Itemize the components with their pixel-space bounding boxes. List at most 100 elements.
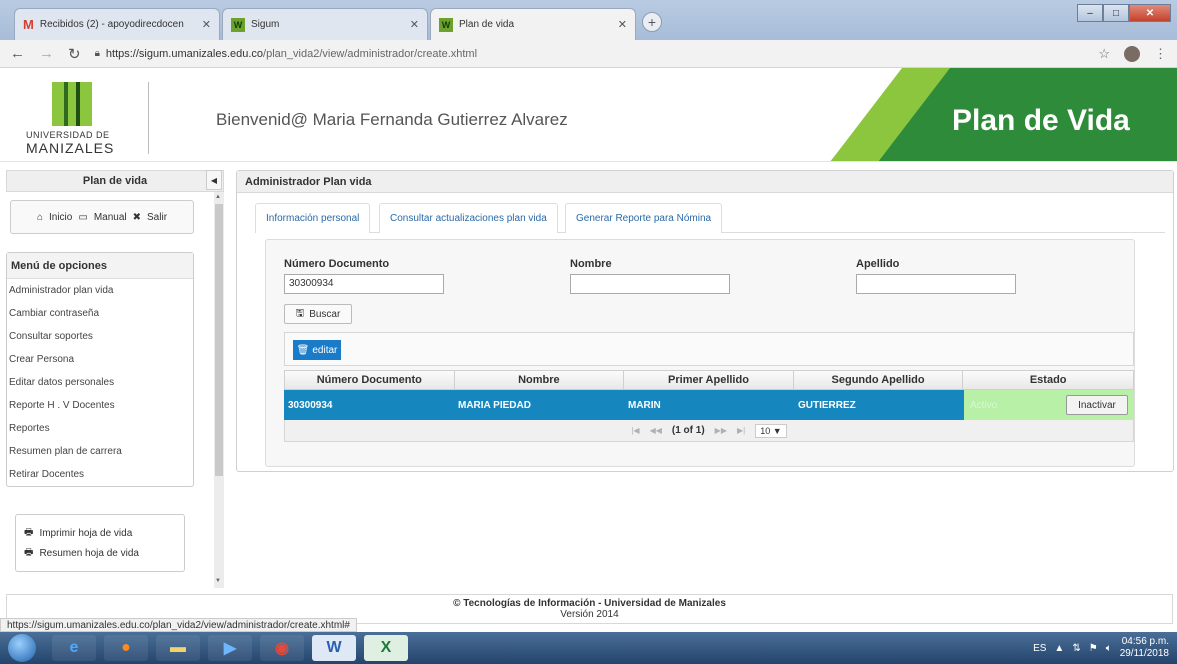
save-icon: 🖫: [295, 307, 305, 319]
media-player-icon[interactable]: ▶: [208, 635, 252, 661]
panel-tabs: Información personal Consultar actualiza…: [255, 203, 1165, 233]
menu-item-retirar-docentes[interactable]: Retirar Docentes: [7, 463, 193, 486]
menu-item-resumen-plan[interactable]: Resumen plan de carrera: [7, 440, 193, 463]
main-panel: Administrador Plan vida Información pers…: [236, 170, 1174, 472]
name-input[interactable]: [570, 274, 730, 294]
lock-icon: 🔒︎: [94, 48, 100, 59]
logo-mark: [52, 82, 92, 126]
collapse-sidebar-icon[interactable]: ◀: [206, 170, 222, 190]
cell-nombre: MARIA PIEDAD: [458, 399, 531, 411]
menu-item-administrador[interactable]: Administrador plan vida: [7, 279, 193, 302]
tab-informacion-personal[interactable]: Información personal: [255, 203, 371, 233]
language-indicator[interactable]: ES: [1033, 643, 1046, 654]
profile-avatar[interactable]: [1124, 45, 1140, 62]
tab-consultar-actualizaciones[interactable]: Consultar actualizaciones plan vida: [379, 203, 558, 233]
menu-dots-icon[interactable]: ⋮: [1154, 46, 1167, 62]
clock[interactable]: 04:56 p.m. 29/11/2018: [1120, 636, 1169, 660]
sidebar-header: Plan de vida: [6, 170, 224, 192]
browser-tab-gmail[interactable]: M Recibidos (2) - apoyodirecdocen ✕: [14, 8, 220, 40]
inicio-link[interactable]: Inicio: [49, 212, 72, 223]
forward-arrow-icon[interactable]: →: [39, 45, 54, 62]
table-toolbar: 🗑 editar: [284, 332, 1134, 366]
surname-input[interactable]: [856, 274, 1016, 294]
first-page-icon[interactable]: |◀: [631, 426, 639, 435]
clock-date: 29/11/2018: [1119, 648, 1169, 659]
university-logo: UNIVERSIDAD DE MANIZALES: [26, 82, 120, 156]
sidebar-scrollbar[interactable]: ▲ ▼: [214, 192, 224, 588]
close-window-icon[interactable]: ✕: [1129, 4, 1171, 22]
last-page-icon[interactable]: ▶|: [737, 426, 745, 435]
network-icon[interactable]: ⇅: [1072, 643, 1080, 654]
excel-icon[interactable]: X: [364, 635, 408, 661]
address-bar: ← → ↻ 🔒︎ https://sigum.umanizales.edu.co…: [0, 40, 1177, 68]
doc-label: Número Documento: [284, 258, 390, 270]
word-icon[interactable]: W: [312, 635, 356, 661]
cell-segundo-apellido: GUTIERREZ: [798, 399, 856, 411]
inactivar-button[interactable]: Inactivar: [1066, 395, 1128, 415]
quick-links: ⌂ Inicio ▭ Manual ✖ Salir: [10, 200, 194, 234]
menu-item-cambiar-contrasena[interactable]: Cambiar contraseña: [7, 302, 193, 325]
browser-tabbar: M Recibidos (2) - apoyodirecdocen ✕ W Si…: [0, 0, 1177, 40]
firefox-icon[interactable]: ●: [104, 635, 148, 661]
close-icon[interactable]: ✕: [618, 18, 627, 31]
summary-cv-button[interactable]: 🖶 Resumen hoja de vida: [24, 543, 184, 563]
surname-label: Apellido: [856, 258, 900, 270]
status-text: Activo: [970, 399, 998, 411]
scroll-thumb[interactable]: [215, 204, 223, 476]
browser-tab-plan-vida[interactable]: W Plan de vida ✕: [430, 8, 636, 40]
cell-documento: 30300934: [288, 399, 333, 411]
flag-icon[interactable]: ⚑: [1089, 643, 1098, 654]
name-label: Nombre: [570, 258, 612, 270]
next-page-icon[interactable]: ▶▶: [715, 426, 727, 435]
summary-cv-label: Resumen hoja de vida: [39, 547, 139, 559]
menu-item-reportes[interactable]: Reportes: [7, 417, 193, 440]
col-primer-apellido[interactable]: Primer Apellido: [624, 371, 794, 389]
doc-input[interactable]: 30300934: [284, 274, 444, 294]
salir-link[interactable]: Salir: [147, 212, 167, 223]
start-button[interactable]: [8, 634, 36, 662]
back-arrow-icon[interactable]: ←: [10, 45, 25, 62]
scroll-up-icon[interactable]: ▲: [215, 194, 221, 200]
col-numero-documento[interactable]: Número Documento: [285, 371, 455, 389]
tab-generar-reporte[interactable]: Generar Reporte para Nómina: [565, 203, 723, 233]
gmail-icon: M: [23, 17, 34, 32]
maximize-icon[interactable]: □: [1103, 4, 1129, 22]
url-field[interactable]: 🔒︎ https://sigum.umanizales.edu.co/plan_…: [95, 48, 1085, 60]
cv-actions: 🖶 Imprimir hoja de vida 🖶 Resumen hoja d…: [15, 514, 185, 572]
reload-icon[interactable]: ↻: [68, 45, 81, 63]
printer-icon: 🖶: [24, 546, 34, 558]
edit-button[interactable]: 🗑 editar: [293, 340, 341, 360]
prev-page-icon[interactable]: ◀◀: [650, 426, 662, 435]
minimize-icon[interactable]: ‒: [1077, 4, 1103, 22]
manual-link[interactable]: Manual: [94, 212, 127, 223]
tab-title: Plan de vida: [459, 19, 515, 30]
new-tab-icon[interactable]: +: [642, 12, 662, 32]
menu-item-crear-persona[interactable]: Crear Persona: [7, 348, 193, 371]
close-icon[interactable]: ✕: [202, 18, 211, 31]
col-nombre[interactable]: Nombre: [455, 371, 625, 389]
menu-item-editar-datos[interactable]: Editar datos personales: [7, 371, 193, 394]
window-controls: ‒ □ ✕: [1077, 4, 1171, 22]
col-estado[interactable]: Estado: [963, 371, 1133, 389]
menu-item-consultar-soportes[interactable]: Consultar soportes: [7, 325, 193, 348]
print-cv-button[interactable]: 🖶 Imprimir hoja de vida: [24, 523, 184, 543]
folder-icon[interactable]: ▬: [156, 635, 200, 661]
col-segundo-apellido[interactable]: Segundo Apellido: [794, 371, 964, 389]
scroll-down-icon[interactable]: ▼: [215, 578, 221, 584]
table-row[interactable]: 30300934 MARIA PIEDAD MARIN GUTIERREZ Ac…: [284, 390, 1134, 420]
close-icon[interactable]: ✕: [410, 18, 419, 31]
paginator: |◀ ◀◀ (1 of 1) ▶▶ ▶| 10 ▼: [284, 420, 1134, 442]
menu-title: Menú de opciones: [7, 253, 193, 279]
browser-tab-sigum[interactable]: W Sigum ✕: [222, 8, 428, 40]
search-button[interactable]: 🖫 Buscar: [284, 304, 352, 324]
url-path: /plan_vida2/view/administrador/create.xh…: [263, 47, 478, 60]
tray-arrow-icon[interactable]: ▲: [1054, 643, 1064, 654]
volume-icon[interactable]: 🔈︎: [1106, 643, 1112, 654]
menu-item-reporte-hv[interactable]: Reporte H . V Docentes: [7, 394, 193, 417]
rows-per-page-select[interactable]: 10 ▼: [755, 423, 787, 438]
trash-icon: 🗑: [296, 344, 310, 356]
chrome-icon[interactable]: ◉: [260, 635, 304, 661]
ie-icon[interactable]: e: [52, 635, 96, 661]
system-tray: ES ▲ ⇅ ⚑ 🔈︎ 04:56 p.m. 29/11/2018: [967, 632, 1177, 664]
bookmark-star-icon[interactable]: ☆: [1098, 46, 1110, 62]
